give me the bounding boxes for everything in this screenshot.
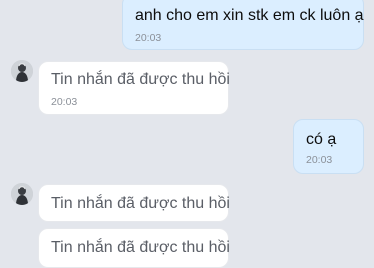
message-bubble-incoming[interactable]: Tin nhắn đã được thu hồi xyxy=(38,228,230,268)
recalled-message-text: Tin nhắn đã được thu hồi xyxy=(51,71,230,88)
message-bubble-incoming[interactable]: Tin nhắn đã được thu hồi xyxy=(38,184,230,222)
message-bubble-incoming[interactable]: Tin nhắn đã được thu hồi 20:03 xyxy=(38,61,230,115)
message-time: 20:03 xyxy=(306,154,333,166)
message-bubble-outgoing[interactable]: có ạ 20:03 xyxy=(293,119,364,174)
sender-avatar-icon[interactable] xyxy=(11,60,33,82)
message-bubble-outgoing[interactable]: anh cho em xin stk em ck luôn ạ 20:03 xyxy=(122,0,364,50)
message-text: có ạ xyxy=(306,131,337,148)
recalled-message-text: Tin nhắn đã được thu hồi xyxy=(51,239,230,256)
recalled-message-text: Tin nhắn đã được thu hồi xyxy=(51,195,230,212)
message-text: anh cho em xin stk em ck luôn ạ xyxy=(135,7,364,24)
message-time: 20:03 xyxy=(51,96,78,108)
sender-avatar-icon[interactable] xyxy=(11,183,33,205)
chat-thread: anh cho em xin stk em ck luôn ạ 20:03 Ti… xyxy=(0,0,374,268)
message-time: 20:03 xyxy=(135,32,162,44)
